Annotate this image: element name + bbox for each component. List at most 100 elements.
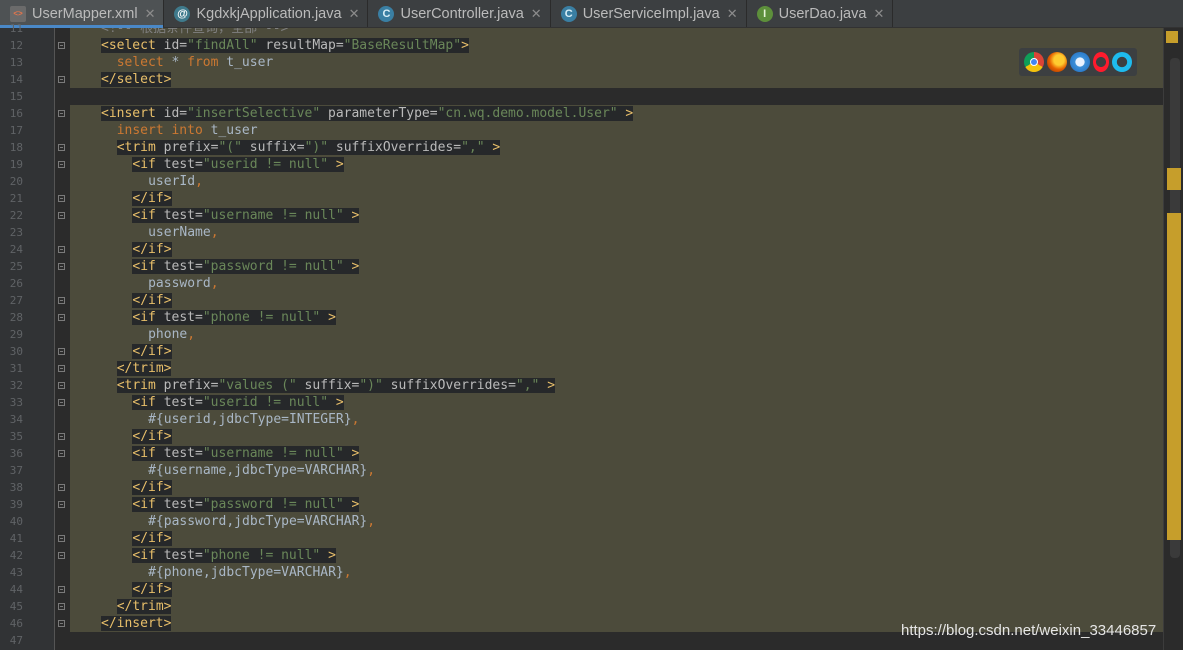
tab-usermapper-xml[interactable]: <> UserMapper.xml ✕: [0, 0, 165, 28]
code-line[interactable]: </if>: [132, 530, 172, 547]
code-token: <if: [132, 310, 164, 325]
safari-icon[interactable]: [1069, 52, 1090, 72]
line-number: 12: [9, 39, 23, 52]
line-number: 26: [9, 277, 23, 290]
close-icon[interactable]: ✕: [145, 6, 156, 22]
code-line[interactable]: <if test="phone != null" >: [132, 309, 336, 326]
code-line[interactable]: <if test="username != null" >: [132, 445, 360, 462]
close-icon[interactable]: ✕: [349, 6, 360, 22]
code-line[interactable]: <if test="username != null" >: [132, 207, 360, 224]
code-line[interactable]: password,: [148, 275, 218, 292]
code-token: #{password,jdbcType=VARCHAR}: [148, 514, 368, 529]
code-token: test=: [163, 548, 203, 563]
code-token: >: [617, 106, 634, 121]
warning-marker[interactable]: [1166, 31, 1178, 43]
code-line[interactable]: </trim>: [116, 360, 172, 377]
code-token: <if: [132, 259, 164, 274]
code-line[interactable]: </if>: [132, 292, 172, 309]
line-number: 46: [9, 617, 23, 630]
code-line[interactable]: userName,: [148, 224, 218, 241]
chrome-icon[interactable]: [1023, 52, 1044, 72]
code-token: "username != null": [202, 208, 344, 223]
tab-label: UserDao.java: [778, 5, 867, 22]
line-number: 42: [9, 549, 23, 562]
code-token: <if: [132, 497, 164, 512]
code-token: ",": [461, 140, 485, 155]
code-line[interactable]: <if test="phone != null" >: [132, 547, 336, 564]
tab-label: KgdxkjApplication.java: [196, 5, 342, 22]
code-line[interactable]: </if>: [132, 241, 172, 258]
code-line[interactable]: <if test="userid != null" >: [132, 394, 344, 411]
code-line[interactable]: </if>: [132, 428, 172, 445]
occurrence-marker[interactable]: [1167, 168, 1181, 190]
code-line[interactable]: </insert>: [101, 615, 172, 632]
code-line[interactable]: <select id="findAll" resultMap="BaseResu…: [101, 37, 469, 54]
code-line[interactable]: <insert id="insertSelective" parameterTy…: [101, 105, 634, 122]
occurrence-marker[interactable]: [1167, 213, 1181, 540]
code-token: >: [343, 259, 360, 274]
code-token: </if>: [132, 531, 172, 546]
code-token: test=: [163, 310, 203, 325]
code-line[interactable]: </select>: [101, 71, 172, 88]
code-line[interactable]: <trim prefix="values (" suffix=")" suffi…: [116, 377, 556, 394]
code-token: >: [343, 208, 360, 223]
code-line[interactable]: phone,: [148, 326, 195, 343]
line-number: 30: [9, 345, 23, 358]
code-line[interactable]: </if>: [132, 343, 172, 360]
close-icon[interactable]: ✕: [531, 6, 542, 22]
error-stripe[interactable]: [1163, 28, 1183, 650]
opera-icon[interactable]: [1093, 52, 1110, 72]
line-number: 47: [9, 634, 23, 647]
code-token: >: [343, 497, 360, 512]
tab-label: UserController.java: [400, 5, 524, 22]
code-line[interactable]: </trim>: [116, 598, 172, 615]
close-icon[interactable]: ✕: [727, 6, 738, 22]
code-token: "password != null": [202, 259, 344, 274]
code-line[interactable]: </if>: [132, 479, 172, 496]
class-icon: C: [378, 5, 395, 22]
code-token: </insert>: [101, 616, 172, 631]
tab-user-service-impl[interactable]: C UserServiceImpl.java ✕: [551, 0, 747, 27]
code-token: suffix=: [241, 140, 305, 155]
line-number: 17: [9, 124, 23, 137]
code-line[interactable]: <if test="password != null" >: [132, 258, 360, 275]
firefox-icon[interactable]: [1046, 52, 1067, 72]
tab-user-dao[interactable]: I UserDao.java ✕: [747, 0, 894, 27]
spring-boot-app-icon: @: [174, 5, 191, 22]
code-line[interactable]: </if>: [132, 581, 172, 598]
code-line[interactable]: <!-- 根据条件查询，全部 -->: [101, 28, 288, 37]
line-number: 44: [9, 583, 23, 596]
code-line[interactable]: #{password,jdbcType=VARCHAR},: [148, 513, 375, 530]
close-icon[interactable]: ✕: [873, 6, 884, 22]
code-line[interactable]: <if test="password != null" >: [132, 496, 360, 513]
line-number: 23: [9, 226, 23, 239]
line-number-gutter: 11 12 13 14 15 16 17 18 19 20 21 22 23 24 25 26 27 28 29 30…: [0, 22, 65, 650]
code-line[interactable]: userId,: [148, 173, 203, 190]
code-token: </if>: [132, 344, 172, 359]
line-number: 38: [9, 481, 23, 494]
tab-user-controller[interactable]: C UserController.java ✕: [368, 0, 551, 27]
code-token: t_user: [210, 123, 258, 138]
code-line[interactable]: insert into t_user: [117, 122, 258, 139]
tab-label: UserServiceImpl.java: [582, 5, 720, 22]
code-line[interactable]: #{userid,jdbcType=INTEGER},: [148, 411, 359, 428]
code-token: <if: [132, 548, 164, 563]
code-line[interactable]: #{phone,jdbcType=VARCHAR},: [148, 564, 352, 581]
code-token: ,: [187, 327, 196, 342]
code-line[interactable]: </if>: [132, 190, 172, 207]
code-token: suffixOverrides=: [328, 140, 462, 155]
code-token: </if>: [132, 480, 172, 495]
code-token: >: [328, 157, 344, 172]
code-token: >: [343, 446, 360, 461]
code-line[interactable]: <trim prefix="(" suffix=")" suffixOverri…: [116, 139, 501, 156]
code-editor[interactable]: <!-- 根据条件查询，全部 --> <select id="findAll" r…: [55, 28, 1163, 650]
line-number: 28: [9, 311, 23, 324]
line-number: 45: [9, 600, 23, 613]
line-number: 20: [9, 175, 23, 188]
code-line[interactable]: <if test="userid != null" >: [132, 156, 344, 173]
code-line[interactable]: select * from t_user: [117, 54, 274, 71]
code-line[interactable]: #{username,jdbcType=VARCHAR},: [148, 462, 375, 479]
tab-kgdxkj-application[interactable]: @ KgdxkjApplication.java ✕: [164, 0, 369, 27]
ie-icon[interactable]: [1112, 52, 1133, 72]
code-token: ")": [359, 378, 383, 393]
